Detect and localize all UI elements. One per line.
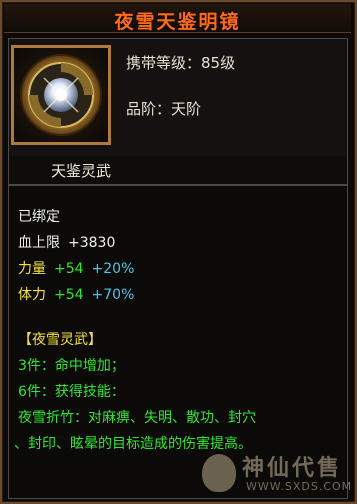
stat-bonus: +70% bbox=[91, 287, 135, 303]
tooltip-title-bar: 夜雪天鉴明镜 bbox=[4, 4, 351, 33]
stat-row: 力量 +54 +20% bbox=[18, 258, 134, 278]
bound-status: 已绑定 bbox=[18, 209, 60, 225]
stat-row: 血上限 +3830 bbox=[18, 232, 115, 252]
stat-value: +3830 bbox=[68, 235, 116, 251]
stat-value: +54 bbox=[54, 287, 84, 303]
stat-name: 血上限 bbox=[18, 235, 60, 251]
item-title: 夜雪天鉴明镜 bbox=[114, 11, 241, 33]
stat-name: 体力 bbox=[18, 287, 46, 303]
mirror-icon bbox=[20, 54, 102, 136]
set-bonus-line: 3件：命中增加； bbox=[18, 358, 125, 374]
watermark-url: WWW.SXDS.COM bbox=[246, 480, 353, 493]
mascot-icon bbox=[202, 454, 236, 492]
item-type-label: 天鉴灵武 bbox=[51, 162, 112, 180]
level-requirement: 携带等级：85级 bbox=[126, 54, 236, 72]
set-bonus-line: 夜雪折竹：对麻痹、失明、散功、封穴 bbox=[18, 410, 256, 426]
item-icon-slot[interactable] bbox=[11, 45, 111, 145]
watermark: 神仙代售 WWW.SXDS.COM bbox=[198, 448, 354, 502]
set-name: 【夜雪灵武】 bbox=[18, 332, 102, 348]
watermark-text: 神仙代售 bbox=[242, 456, 343, 481]
stat-bonus: +20% bbox=[91, 261, 135, 277]
set-bonus-line: 6件：获得技能： bbox=[18, 384, 125, 400]
stat-value: +54 bbox=[54, 261, 84, 277]
item-grade: 品阶：天阶 bbox=[126, 100, 202, 118]
stat-row: 体力 +54 +70% bbox=[18, 284, 134, 304]
stat-name: 力量 bbox=[18, 261, 46, 277]
item-type-panel: 天鉴灵武 bbox=[8, 156, 348, 185]
